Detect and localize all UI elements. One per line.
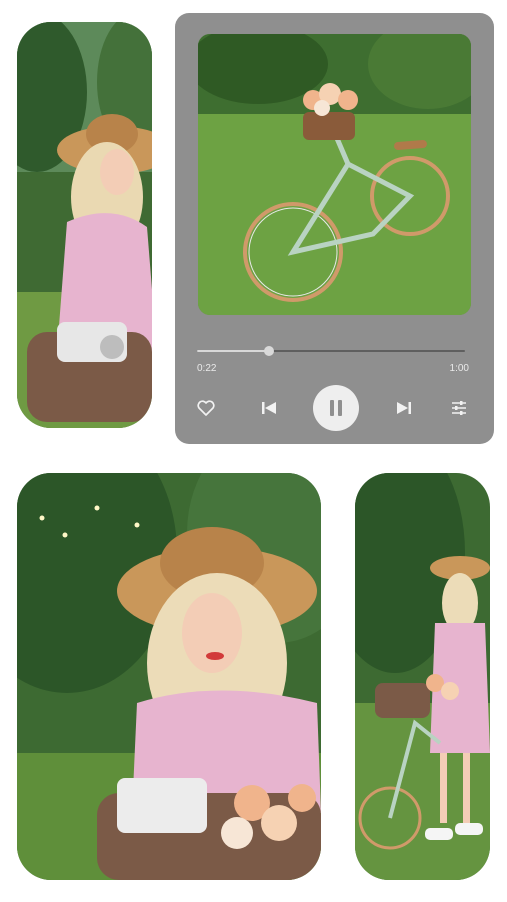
photo-woman-with-basket (17, 22, 152, 428)
like-button[interactable] (195, 398, 217, 418)
previous-track-icon (262, 402, 276, 414)
next-track-button[interactable] (394, 399, 414, 417)
progress-track[interactable] (197, 346, 465, 356)
photo-woman-with-bicycle-image (355, 473, 490, 880)
photo-woman-with-basket-image (17, 22, 152, 428)
progress-knob[interactable] (264, 346, 275, 356)
pause-icon (330, 400, 342, 416)
album-art-bicycle (198, 34, 471, 315)
progress-fill (197, 350, 270, 352)
elapsed-time: 0:22 (197, 363, 217, 374)
music-player-card: 0:22 1:00 (175, 13, 494, 444)
photo-woman-with-bicycle (355, 473, 490, 880)
equalizer-button[interactable] (449, 398, 469, 418)
previous-track-button[interactable] (259, 399, 279, 417)
album-art-image (198, 34, 471, 315)
pause-button[interactable] (313, 385, 359, 431)
equalizer-icon (452, 401, 466, 415)
next-track-icon (397, 402, 411, 414)
photo-woman-portrait (17, 473, 321, 880)
photo-woman-portrait-image (17, 473, 321, 880)
heart-icon (197, 400, 215, 416)
total-time: 1:00 (449, 363, 469, 374)
